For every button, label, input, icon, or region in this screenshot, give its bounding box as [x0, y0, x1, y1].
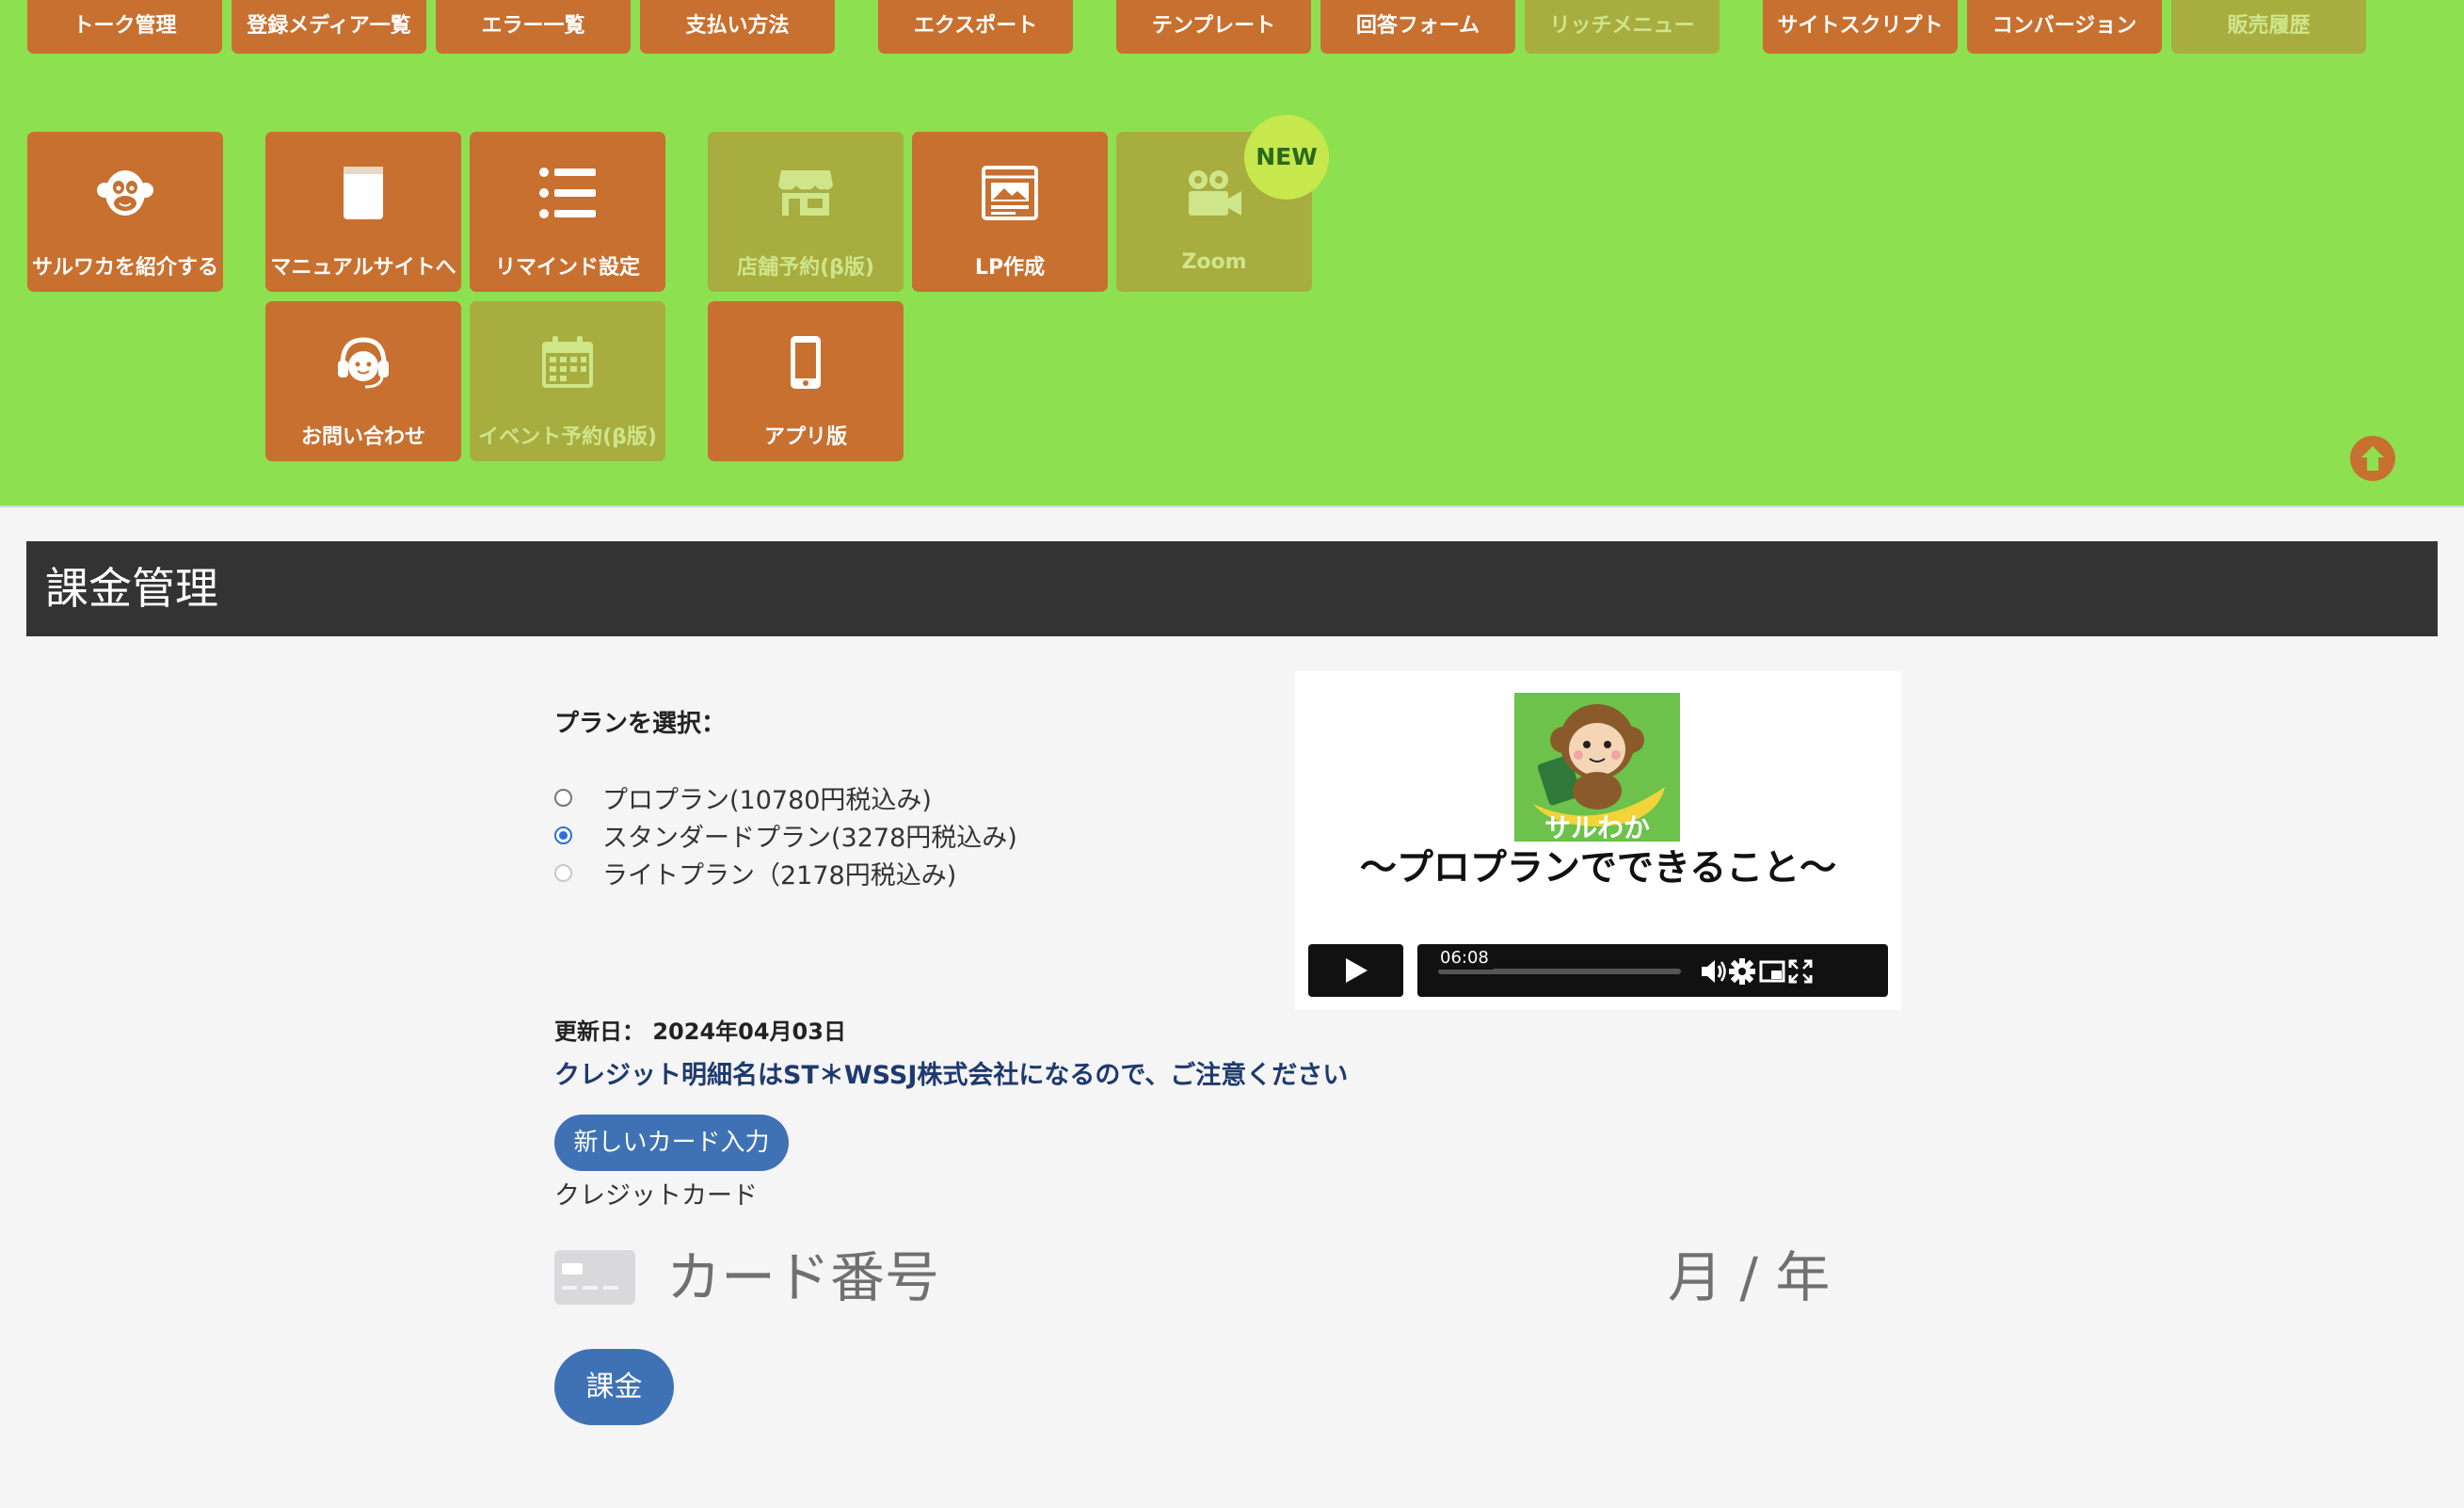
menu-label: サイトスクリプト: [1777, 14, 1944, 38]
plan-option-label: プロプラン(10780円税込み): [602, 786, 932, 815]
tile-contact[interactable]: お問い合わせ: [265, 301, 461, 461]
book-icon: [265, 160, 461, 226]
radio-button-checked[interactable]: [554, 826, 572, 844]
top-navigation: トーク管理 登録メディア一覧 エラー一覧 支払い方法 エクスポート テンプレート…: [0, 0, 2464, 507]
fullscreen-button[interactable]: [1786, 957, 1815, 986]
volume-button[interactable]: [1700, 957, 1728, 986]
menu-label: 回答フォーム: [1355, 14, 1480, 38]
video-time: 06:08: [1434, 946, 1495, 970]
headset-icon: [265, 329, 461, 395]
tile-label: 店舗予約(β版): [737, 256, 874, 280]
tile-lp-create[interactable]: LP作成: [912, 132, 1108, 292]
plan-option-label: ライトプラン（2178円税込み): [602, 861, 957, 890]
picture-in-picture-button[interactable]: [1758, 957, 1786, 986]
tile-store-reservation[interactable]: 店舗予約(β版): [708, 132, 904, 292]
tile-label: リマインド設定: [494, 256, 640, 280]
plan-select-label: プランを選択：: [554, 710, 727, 738]
plan-option-standard[interactable]: スタンダードプラン(3278円税込み): [554, 817, 1017, 854]
plan-option-label: スタンダードプラン(3278円税込み): [602, 824, 1017, 853]
tile-event-reservation[interactable]: イベント予約(β版): [470, 301, 665, 461]
updated-date: 更新日： 2024年04月03日: [554, 1019, 846, 1045]
menu-label: リッチメニュー: [1549, 14, 1695, 38]
monkey-icon: [27, 160, 223, 226]
menu-label: 販売履歴: [2227, 14, 2311, 38]
menu-label: トーク管理: [72, 14, 177, 38]
credit-card-label: クレジットカード: [554, 1181, 758, 1211]
store-icon: [708, 160, 904, 226]
radio-button[interactable]: [554, 789, 572, 807]
tile-label: イベント予約(β版): [478, 425, 657, 449]
tile-introduce-saruwaka[interactable]: サルワカを紹介する: [27, 132, 223, 292]
page-title: 課金管理: [26, 541, 2438, 636]
menu-label: 支払い方法: [685, 14, 790, 38]
scroll-to-top-button[interactable]: [2350, 436, 2395, 481]
expiry-input[interactable]: [1666, 1239, 1886, 1316]
tile-remind-settings[interactable]: リマインド設定: [470, 132, 665, 292]
menu-sales-history[interactable]: 販売履歴: [2171, 0, 2366, 54]
tile-label: Zoom: [1181, 250, 1247, 274]
new-card-button[interactable]: 新しいカード入力: [554, 1115, 789, 1171]
logo-text: サルわか: [1544, 812, 1650, 842]
webpage-icon: [912, 160, 1108, 226]
volume-icon: [1702, 960, 1726, 983]
menu-registered-media[interactable]: 登録メディア一覧: [232, 0, 426, 54]
card-number-input[interactable]: [664, 1239, 1327, 1316]
settings-button[interactable]: [1728, 957, 1756, 986]
video-progress-track[interactable]: 06:08: [1434, 946, 1681, 974]
tile-manual-site[interactable]: マニュアルサイトへ: [265, 132, 461, 292]
menu-template[interactable]: テンプレート: [1116, 0, 1311, 54]
credit-statement-notice: クレジット明細名はST＊WSSJ株式会社になるので、ご注意ください: [554, 1061, 1349, 1090]
plan-option-pro[interactable]: プロプラン(10780円税込み): [554, 779, 932, 816]
list-icon: [470, 160, 665, 226]
gear-icon: [1729, 958, 1755, 985]
tile-app-version[interactable]: アプリ版: [708, 301, 904, 461]
tile-label: サルワカを紹介する: [31, 256, 218, 280]
plan-option-lite[interactable]: ライトプラン（2178円税込み): [554, 855, 956, 891]
tile-label: LP作成: [974, 256, 1046, 280]
video-title: 〜プロプランでできること〜: [1359, 847, 1837, 890]
menu-export[interactable]: エクスポート: [878, 0, 1073, 54]
picture-in-picture-icon: [1759, 960, 1785, 983]
menu-talk-management[interactable]: トーク管理: [27, 0, 222, 54]
menu-label: 登録メディア一覧: [247, 14, 411, 38]
menu-label: エクスポート: [913, 14, 1038, 38]
menu-conversion[interactable]: コンバージョン: [1967, 0, 2162, 54]
play-button[interactable]: [1308, 944, 1403, 997]
credit-card-icon: [554, 1250, 635, 1305]
menu-site-script[interactable]: サイトスクリプト: [1763, 0, 1958, 54]
play-icon: [1345, 958, 1368, 983]
arrow-up-icon: [2361, 446, 2384, 471]
menu-answer-form[interactable]: 回答フォーム: [1320, 0, 1515, 54]
new-badge: NEW: [1244, 115, 1329, 200]
menu-payment-method[interactable]: 支払い方法: [640, 0, 835, 54]
video-controls: 06:08: [1417, 944, 1888, 997]
tile-label: アプリ版: [763, 425, 847, 449]
menu-label: テンプレート: [1151, 14, 1276, 38]
tile-label: お問い合わせ: [300, 425, 425, 449]
saruwaka-logo: サルわか: [1514, 693, 1680, 842]
menu-error-list[interactable]: エラー一覧: [436, 0, 631, 54]
menu-label: コンバージョン: [1992, 14, 2137, 38]
menu-rich-menu[interactable]: リッチメニュー: [1525, 0, 1720, 54]
calendar-icon: [470, 329, 665, 395]
fullscreen-icon: [1788, 959, 1813, 984]
charge-button[interactable]: 課金: [554, 1349, 674, 1425]
radio-button[interactable]: [554, 864, 572, 882]
tile-label: マニュアルサイトへ: [270, 256, 456, 280]
smartphone-icon: [708, 329, 904, 395]
video-player[interactable]: サルわか 〜プロプランでできること〜 06:08: [1295, 671, 1901, 1010]
menu-label: エラー一覧: [481, 14, 585, 38]
